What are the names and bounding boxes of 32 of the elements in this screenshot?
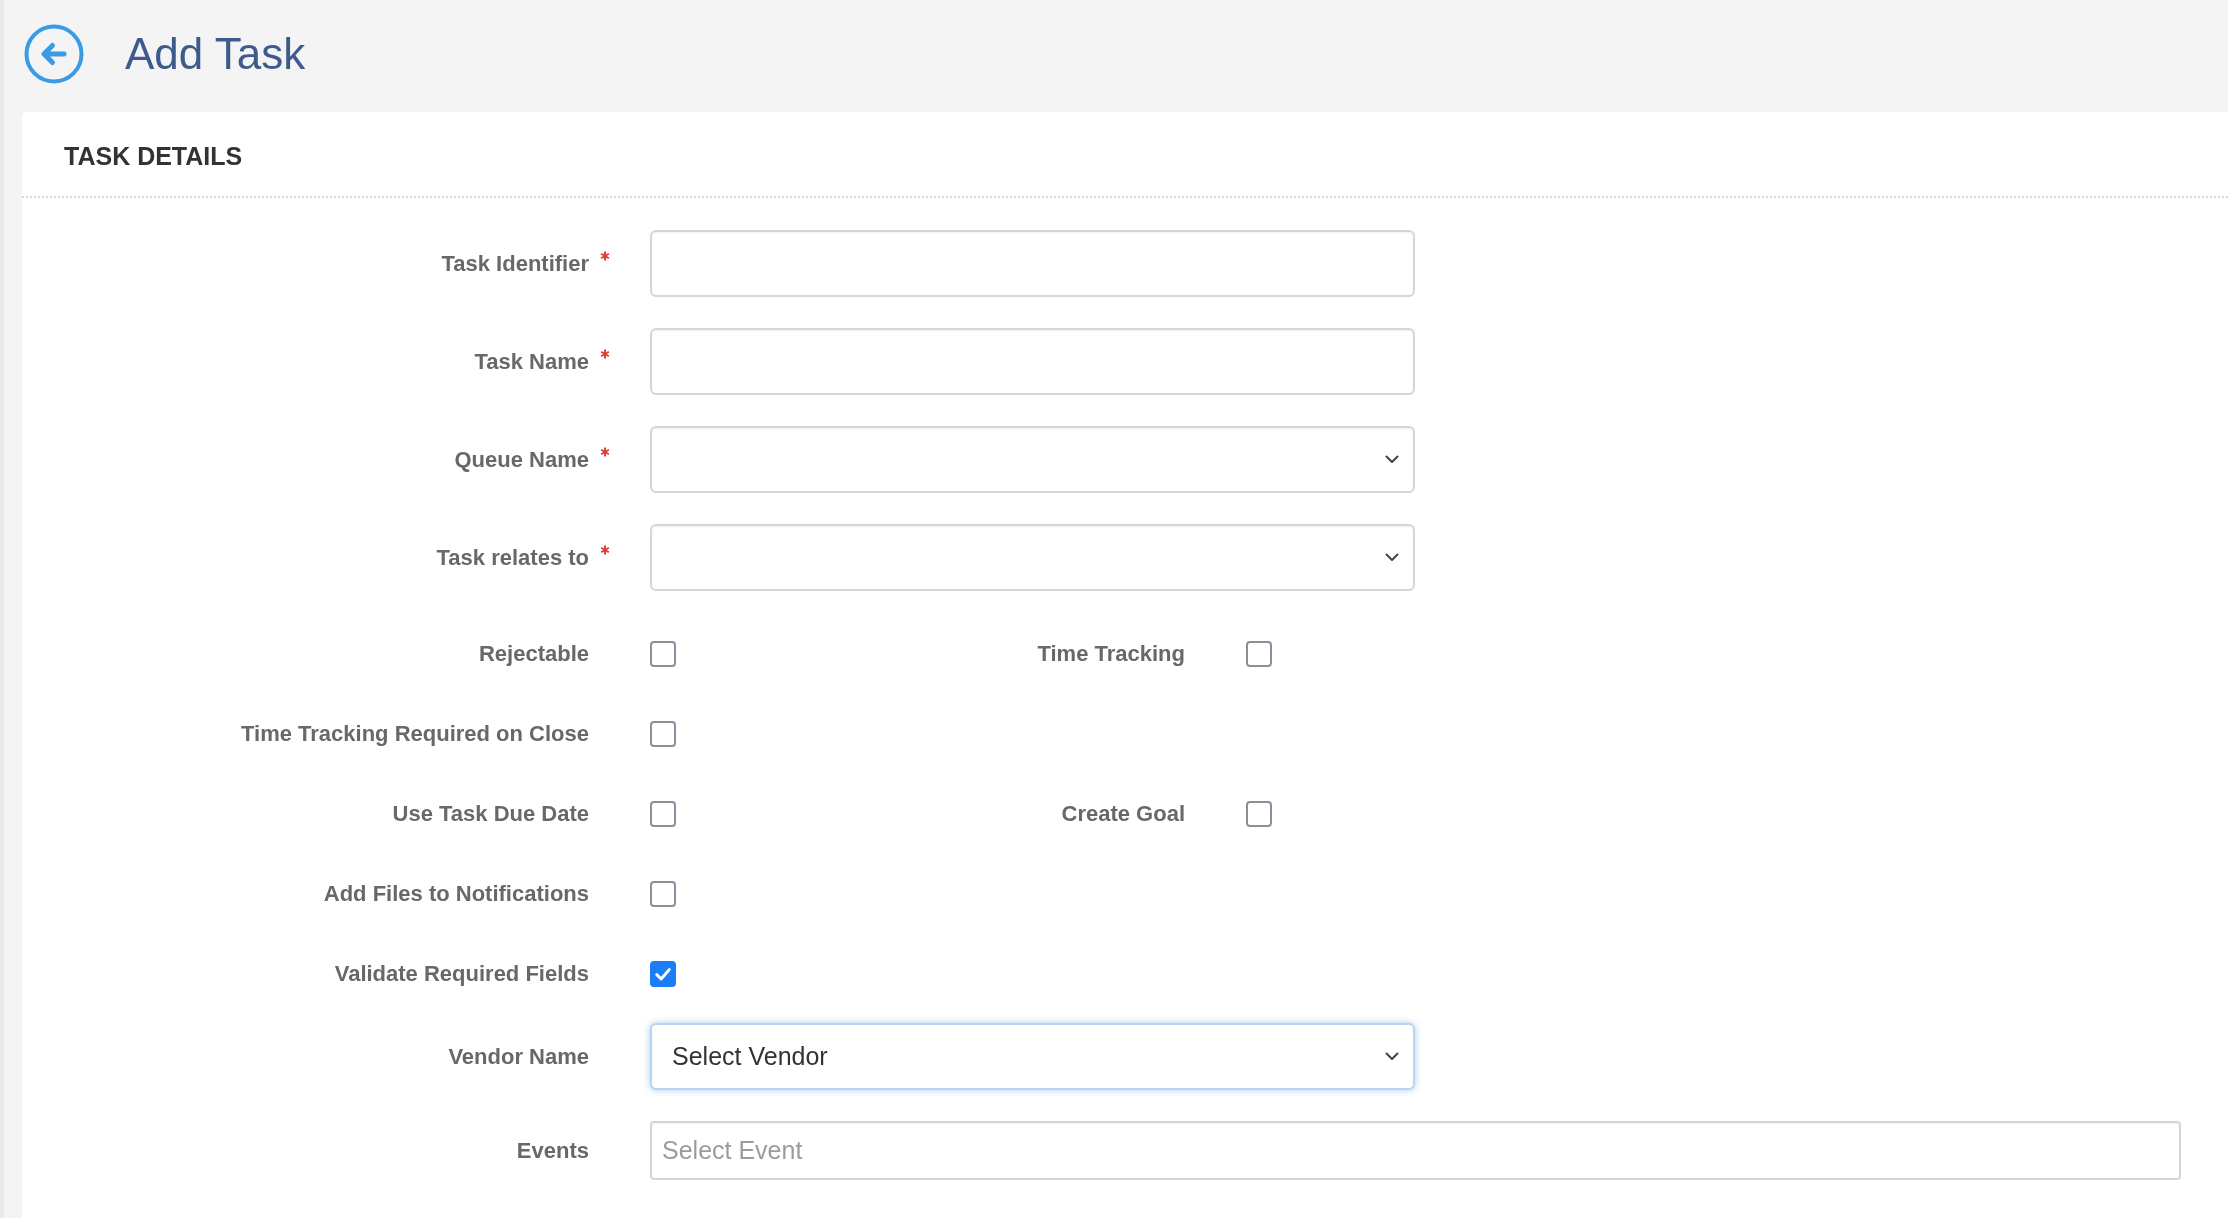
checkbox[interactable] (650, 641, 676, 667)
select-field[interactable]: Select Event (650, 1121, 2181, 1180)
checkbox-label: Time Tracking (1037, 641, 1185, 667)
checkbox-label: Add Files to Notifications (323, 881, 589, 907)
field-label: Task Name (474, 348, 589, 375)
dropdown-field[interactable] (650, 524, 1415, 591)
chevron-down-icon (1385, 1052, 1399, 1061)
field-label: Task Identifier (441, 250, 589, 277)
checkbox[interactable] (1246, 641, 1272, 667)
dropdown-field[interactable]: Select Vendor (650, 1023, 1415, 1090)
page-title: Add Task (125, 32, 306, 76)
checkbox[interactable] (1246, 801, 1272, 827)
field-label: Task relates to (436, 544, 589, 571)
checkbox-label: Validate Required Fields (334, 961, 589, 987)
chevron-down-icon (1385, 455, 1399, 464)
field-label: Events (516, 1137, 589, 1164)
back-icon[interactable] (24, 24, 84, 84)
text-field[interactable] (650, 328, 1415, 395)
field-label: Queue Name (454, 446, 589, 473)
checkbox[interactable] (650, 721, 676, 747)
checkbox[interactable] (650, 881, 676, 907)
chevron-down-icon (1385, 553, 1399, 562)
checkbox[interactable] (650, 801, 676, 827)
text-field[interactable] (650, 230, 1415, 297)
checkbox-label: Rejectable (478, 641, 589, 667)
dropdown-field[interactable] (650, 426, 1415, 493)
checkbox[interactable] (650, 961, 676, 987)
field-label: Vendor Name (448, 1043, 589, 1070)
checkbox-label: Create Goal (1061, 801, 1185, 827)
checkbox-label: Time Tracking Required on Close (241, 721, 589, 747)
section-title: TASK DETAILS (64, 141, 243, 171)
checkbox-label: Use Task Due Date (392, 801, 589, 827)
